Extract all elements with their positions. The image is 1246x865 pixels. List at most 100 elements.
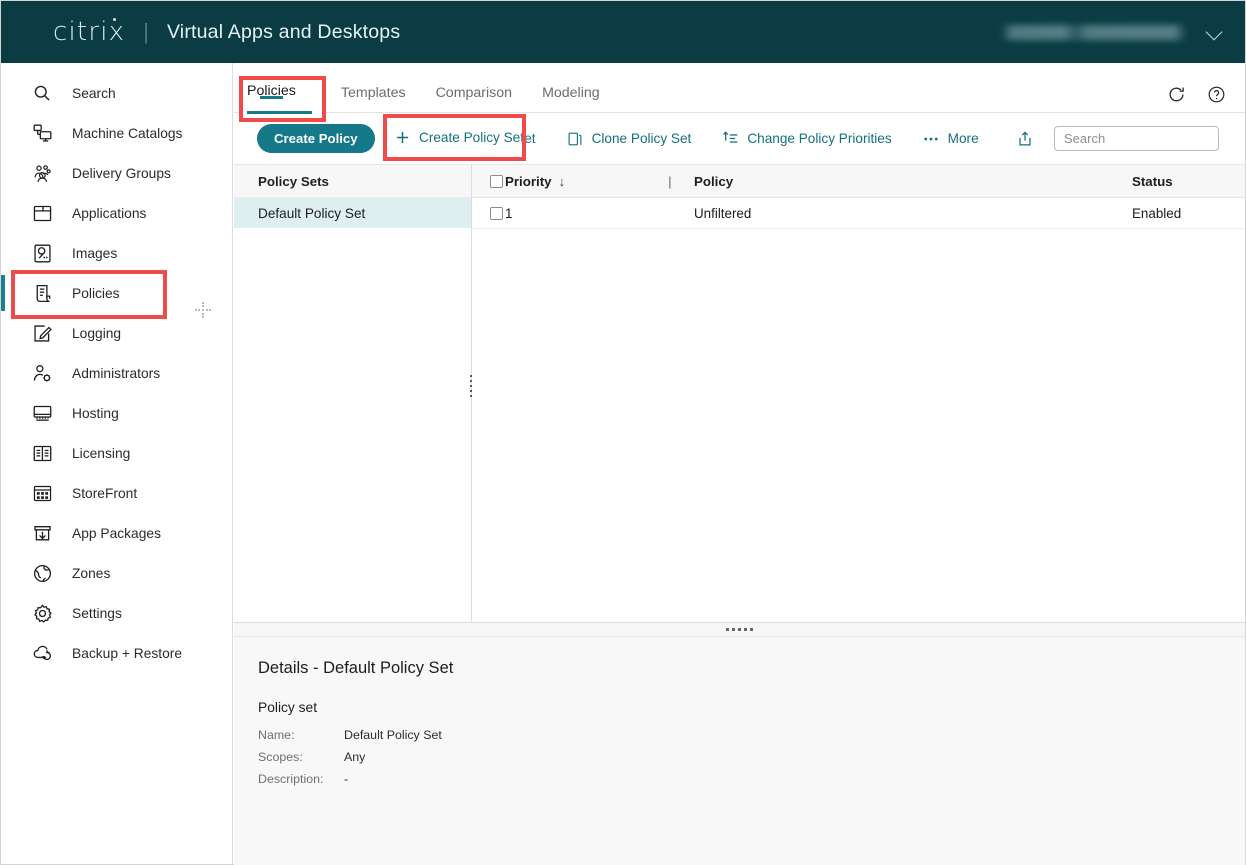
storefront-icon (29, 480, 55, 506)
change-policy-priorities-label: Change Policy Priorities (747, 131, 891, 146)
more-button[interactable]: More (922, 130, 979, 148)
sidebar-item-label: Search (72, 86, 116, 101)
sidebar-item-label: Administrators (72, 366, 160, 381)
gear-icon (29, 600, 55, 626)
sidebar-nav: Search Machine Catalogs (1, 63, 233, 864)
select-all-checkbox[interactable] (490, 175, 503, 188)
sidebar-item-delivery-groups[interactable]: Delivery Groups (1, 153, 232, 193)
export-icon[interactable] (1014, 128, 1036, 150)
search-icon (29, 80, 55, 106)
applications-icon (29, 200, 55, 226)
copy-icon (566, 130, 584, 148)
tab-label: Comparison (436, 85, 513, 101)
backup-restore-icon (29, 640, 55, 666)
details-resize-handle[interactable] (234, 622, 1245, 636)
column-header-status[interactable]: Status (1132, 174, 1245, 189)
sidebar-item-administrators[interactable]: Administrators (1, 353, 232, 393)
details-title: Details - Default Policy Set (258, 659, 1245, 678)
sidebar-item-label: Applications (72, 206, 146, 221)
sidebar-item-search[interactable]: Search (1, 73, 232, 113)
tab-modeling[interactable]: Modeling (527, 85, 615, 112)
header-right-group (1001, 24, 1227, 40)
sidebar-item-hosting[interactable]: Hosting (1, 393, 232, 433)
app-packages-icon (29, 520, 55, 546)
tab-bar-actions (1165, 83, 1245, 112)
field-value: Any (344, 750, 365, 764)
sidebar-item-licensing[interactable]: Licensing (1, 433, 232, 473)
refresh-icon[interactable] (1165, 83, 1187, 105)
tab-templates[interactable]: Templates (326, 85, 421, 112)
create-policy-set-button-annotated[interactable]: Create Policy Set (393, 128, 524, 146)
page-title: Virtual Apps and Desktops (167, 21, 400, 44)
main-content: Policies Templates Comparison Modeling (234, 63, 1245, 864)
change-policy-priorities-button[interactable]: Change Policy Priorities (721, 130, 891, 148)
sidebar-item-images[interactable]: Images (1, 233, 232, 273)
citrix-console-window: citrix | Virtual Apps and Desktops Searc… (0, 0, 1246, 865)
details-grip-dots (726, 628, 753, 631)
sidebar-item-label: Zones (72, 566, 110, 581)
details-field-name: Name: Default Policy Set (258, 728, 1245, 742)
sidebar-item-storefront[interactable]: StoreFront (1, 473, 232, 513)
administrators-icon (29, 360, 55, 386)
more-label: More (948, 131, 979, 146)
field-key: Name: (258, 728, 344, 742)
clone-policy-set-button[interactable]: Clone Policy Set (566, 130, 692, 148)
field-value: Default Policy Set (344, 728, 442, 742)
machine-catalogs-icon (29, 120, 55, 146)
hosting-icon (29, 400, 55, 426)
citrix-logo[interactable]: citrix (53, 17, 125, 47)
sort-priority-icon (721, 130, 739, 148)
images-icon (29, 240, 55, 266)
sidebar-item-label: Settings (72, 606, 122, 621)
content-split: Policy Sets Default Policy Set Priority (234, 165, 1245, 622)
column-header-policy[interactable]: Policy (694, 174, 1132, 189)
tab-policies-active-underline (247, 111, 312, 114)
header-separator: | (143, 19, 149, 45)
delivery-groups-icon (29, 160, 55, 186)
tab-policies-annotated[interactable]: Policies (247, 83, 296, 99)
table-row[interactable]: 1 Unfiltered Enabled (472, 198, 1245, 229)
column-header-priority[interactable]: Priority ↓ (505, 174, 668, 189)
sidebar-item-zones[interactable]: Zones (1, 553, 232, 593)
ellipsis-icon (922, 130, 940, 148)
sidebar-item-backup-restore[interactable]: Backup + Restore (1, 633, 232, 673)
sidebar-item-applications[interactable]: Applications (1, 193, 232, 233)
row-select-cell (472, 207, 505, 220)
policy-set-label: Default Policy Set (258, 206, 365, 221)
user-account-label-redacted[interactable] (1001, 25, 1187, 40)
row-checkbox[interactable] (490, 207, 503, 220)
sidebar-item-machine-catalogs[interactable]: Machine Catalogs (1, 113, 232, 153)
sidebar-item-label: App Packages (72, 526, 161, 541)
details-field-description: Description: - (258, 772, 1245, 786)
policy-set-item-default[interactable]: Default Policy Set (234, 198, 471, 228)
sort-descending-icon: ↓ (559, 175, 566, 188)
sidebar-item-label: Policies (72, 286, 120, 301)
cell-policy: Unfiltered (694, 206, 1132, 221)
help-icon[interactable] (1205, 83, 1227, 105)
tab-comparison[interactable]: Comparison (421, 85, 528, 112)
details-field-scopes: Scopes: Any (258, 750, 1245, 764)
field-key: Scopes: (258, 750, 344, 764)
create-policy-button[interactable]: Create Policy (257, 124, 375, 153)
tab-label: Modeling (542, 85, 600, 101)
column-label-priority: Priority (505, 174, 552, 189)
search-input[interactable] (1054, 126, 1219, 151)
select-all-cell (472, 175, 505, 188)
action-toolbar: Create Policy Create Policy Set Clone Po… (234, 113, 1245, 165)
clone-policy-set-label: Clone Policy Set (592, 131, 692, 146)
sidebar-item-app-packages[interactable]: App Packages (1, 513, 232, 553)
app-header: citrix | Virtual Apps and Desktops (1, 1, 1245, 63)
sidebar-item-settings[interactable]: Settings (1, 593, 232, 633)
field-key: Description: (258, 772, 344, 786)
sidebar-item-label: Logging (72, 326, 121, 341)
sidebar-item-label: Machine Catalogs (72, 126, 182, 141)
policies-icon (29, 280, 55, 306)
cell-priority: 1 (505, 206, 668, 221)
field-value: - (344, 772, 348, 786)
chevron-down-icon[interactable] (1207, 24, 1223, 40)
sidebar-resize-handle[interactable] (195, 302, 211, 320)
details-panel: Details - Default Policy Set Policy set … (234, 636, 1245, 865)
tab-bar: Policies Templates Comparison Modeling (234, 63, 1245, 113)
tab-label: Policies (247, 83, 296, 99)
sidebar-item-label: Delivery Groups (72, 166, 171, 181)
